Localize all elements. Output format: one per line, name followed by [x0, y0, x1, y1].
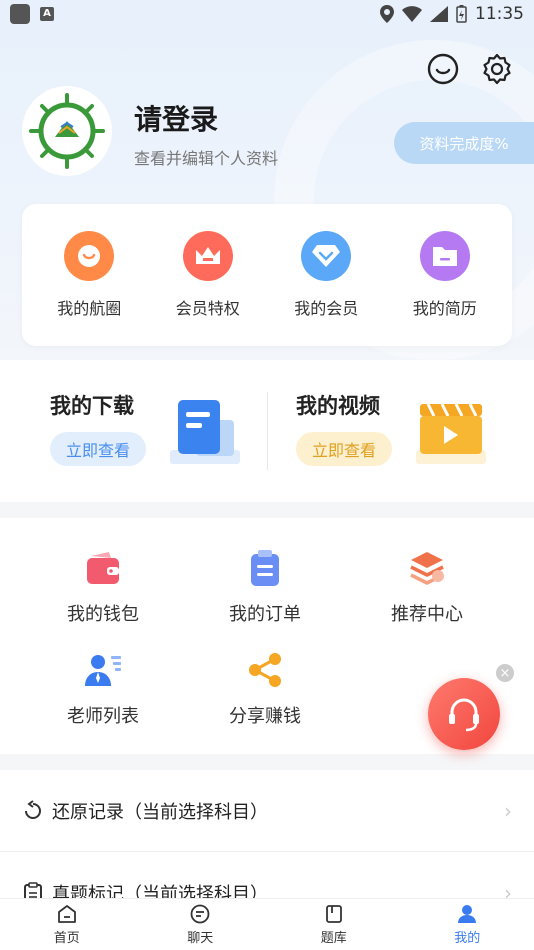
bottom-tab-bar: 首页 聊天 题库 我的: [0, 898, 534, 950]
status-time: 11:35: [475, 4, 524, 24]
grid-item-label: 老师列表: [67, 706, 139, 727]
grid-item-label: 我的钱包: [67, 604, 139, 625]
tab-chat[interactable]: 聊天: [134, 899, 268, 950]
document-icon: [170, 400, 240, 464]
profile-completion-button[interactable]: 资料完成度%: [394, 122, 534, 164]
member-item-label: 会员特权: [175, 299, 240, 318]
chat-icon: [190, 904, 210, 924]
user-icon: [458, 905, 477, 923]
tab-label: 题库: [320, 931, 347, 946]
folder-icon: [419, 231, 470, 281]
chevron-right-icon: ›: [504, 798, 512, 823]
tab-mine[interactable]: 我的: [401, 899, 534, 950]
tab-question-bank[interactable]: 题库: [267, 899, 401, 950]
downloads-view-button[interactable]: 立即查看: [50, 432, 146, 466]
location-icon: [380, 5, 394, 23]
video-clapper-icon: [416, 403, 486, 464]
layers-icon: [410, 552, 444, 585]
download-video-section: 我的下载 立即查看 我的视频 立即查看: [0, 360, 534, 502]
battery-icon: [456, 5, 467, 23]
list-item-label: 还原记录（当前选择科目）: [52, 801, 268, 823]
wifi-icon: [402, 6, 422, 22]
videos-title: 我的视频: [296, 394, 380, 418]
grid-item-label: 分享赚钱: [229, 706, 301, 727]
notification-icon: [10, 4, 30, 24]
wallet-icon: [87, 552, 119, 584]
record-list: 还原记录（当前选择科目） › 真题标记（当前选择科目） ›: [0, 770, 534, 934]
tab-label: 聊天: [187, 931, 214, 946]
member-item-membership[interactable]: 我的会员: [271, 231, 381, 319]
member-item-label: 我的航圈: [57, 299, 122, 318]
share-icon: [249, 653, 281, 687]
close-float-icon[interactable]: ×: [496, 664, 514, 682]
member-item-label: 我的简历: [412, 299, 477, 318]
clipboard-icon: [251, 550, 279, 586]
my-downloads[interactable]: 我的下载 立即查看: [50, 390, 146, 480]
tab-label: 我的: [454, 931, 481, 946]
grid-item-label: 我的订单: [229, 604, 301, 625]
grid-item-referral[interactable]: 推荐中心: [362, 548, 492, 626]
diamond-icon: [301, 231, 352, 281]
member-card: 我的航圈 会员特权 我的会员 我的简历: [22, 204, 512, 346]
book-icon: [325, 905, 342, 923]
customer-service-button[interactable]: [428, 678, 500, 750]
chat-smile-icon: [64, 231, 115, 281]
message-icon[interactable]: [426, 52, 460, 86]
grid-item-share[interactable]: 分享赚钱: [200, 650, 330, 728]
grid-item-label: 推荐中心: [391, 604, 463, 625]
grid-item-teachers[interactable]: 老师列表: [38, 650, 168, 728]
home-icon: [57, 905, 76, 923]
divider: [267, 392, 268, 470]
grid-item-wallet[interactable]: 我的钱包: [38, 548, 168, 626]
member-item-privilege[interactable]: 会员特权: [153, 231, 263, 319]
signal-icon: [430, 6, 448, 22]
avatar[interactable]: [22, 86, 112, 176]
crown-icon: [182, 231, 233, 281]
status-bar: A 11:35: [0, 0, 534, 28]
my-videos[interactable]: 我的视频 立即查看: [296, 390, 392, 480]
videos-view-button[interactable]: 立即查看: [296, 432, 392, 466]
teacher-icon: [85, 655, 121, 686]
grid-item-orders[interactable]: 我的订单: [200, 548, 330, 626]
member-item-resume[interactable]: 我的简历: [390, 231, 500, 319]
app-notification-icon: A: [40, 7, 54, 21]
login-subtitle[interactable]: 查看并编辑个人资料: [134, 145, 278, 169]
login-title[interactable]: 请登录: [134, 98, 218, 138]
downloads-title: 我的下载: [50, 394, 134, 418]
list-item-restore[interactable]: 还原记录（当前选择科目） ›: [0, 770, 534, 852]
settings-icon[interactable]: [480, 52, 514, 86]
restore-icon: [25, 799, 41, 819]
tab-label: 首页: [53, 931, 80, 946]
member-item-circle[interactable]: 我的航圈: [34, 231, 144, 319]
headset-icon: [449, 698, 479, 732]
logo-icon: [29, 93, 105, 169]
tab-home[interactable]: 首页: [0, 899, 134, 950]
member-item-label: 我的会员: [294, 299, 359, 318]
